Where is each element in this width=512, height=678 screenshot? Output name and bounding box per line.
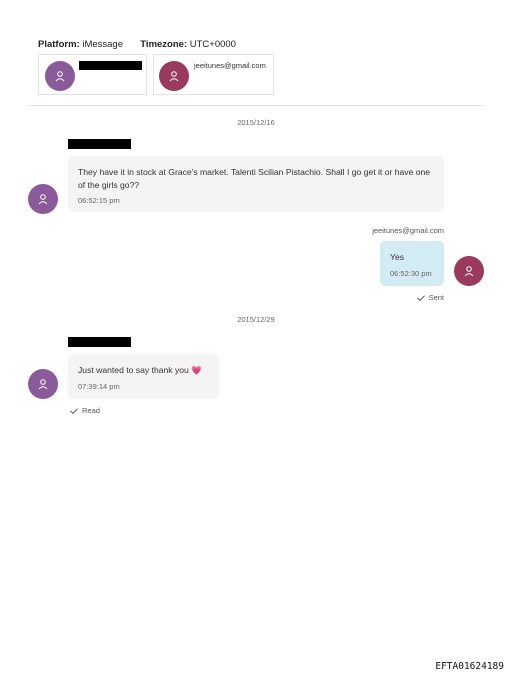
message-bubble-outgoing: Yes 06:52:30 pm	[380, 241, 444, 286]
message-time: 07:39:14 pm	[78, 381, 120, 391]
status-text: Sent	[428, 293, 444, 302]
person-icon	[38, 194, 48, 205]
sender-name: jeeitunes@gmail.com	[372, 226, 444, 235]
check-icon	[416, 294, 425, 301]
platform-label: Platform:	[38, 39, 80, 50]
participant-email: jeeitunes@gmail.com	[194, 61, 266, 70]
document-id: EFTA01624189	[435, 661, 504, 672]
message-text: Just wanted to say thank you	[78, 365, 189, 375]
participant-card: jeeitunes@gmail.com	[153, 54, 274, 95]
avatar	[159, 61, 189, 91]
message-status: Read	[70, 406, 100, 415]
participant-card	[38, 54, 147, 95]
heart-emoji: 💗	[191, 365, 202, 375]
avatar	[28, 369, 58, 399]
avatar	[28, 184, 58, 214]
message-text: They have it in stock at Grace's market.…	[78, 167, 431, 190]
timezone-value: UTC+0000	[189, 39, 236, 50]
person-icon	[169, 71, 179, 82]
person-icon	[55, 71, 65, 82]
message-text: Yes	[390, 252, 405, 262]
redacted-sender	[68, 139, 131, 149]
date-separator: 2015/12/16	[237, 118, 275, 127]
message-time: 06:52:30 pm	[390, 268, 432, 278]
message-time: 06:52:15 pm	[78, 196, 120, 205]
divider	[28, 105, 484, 106]
redacted-sender	[68, 337, 131, 347]
check-icon	[70, 407, 78, 414]
message-bubble-incoming: Just wanted to say thank you 💗 07:39:14 …	[68, 354, 219, 399]
avatar	[45, 61, 75, 91]
message-text-line: Just wanted to say thank you 💗	[78, 364, 209, 377]
redacted-name	[79, 61, 142, 70]
date-separator: 2015/12/29	[237, 315, 275, 324]
message-bubble-incoming: They have it in stock at Grace's market.…	[68, 156, 444, 212]
message-status: Sent	[416, 293, 444, 302]
timezone-label: Timezone:	[140, 39, 188, 50]
status-text: Read	[82, 406, 100, 415]
person-icon	[38, 379, 48, 390]
platform-value: iMessage	[82, 39, 124, 50]
avatar	[454, 256, 484, 286]
person-icon	[464, 266, 474, 277]
conversation-header: Platform: iMessage Timezone: UTC+0000	[38, 39, 236, 50]
